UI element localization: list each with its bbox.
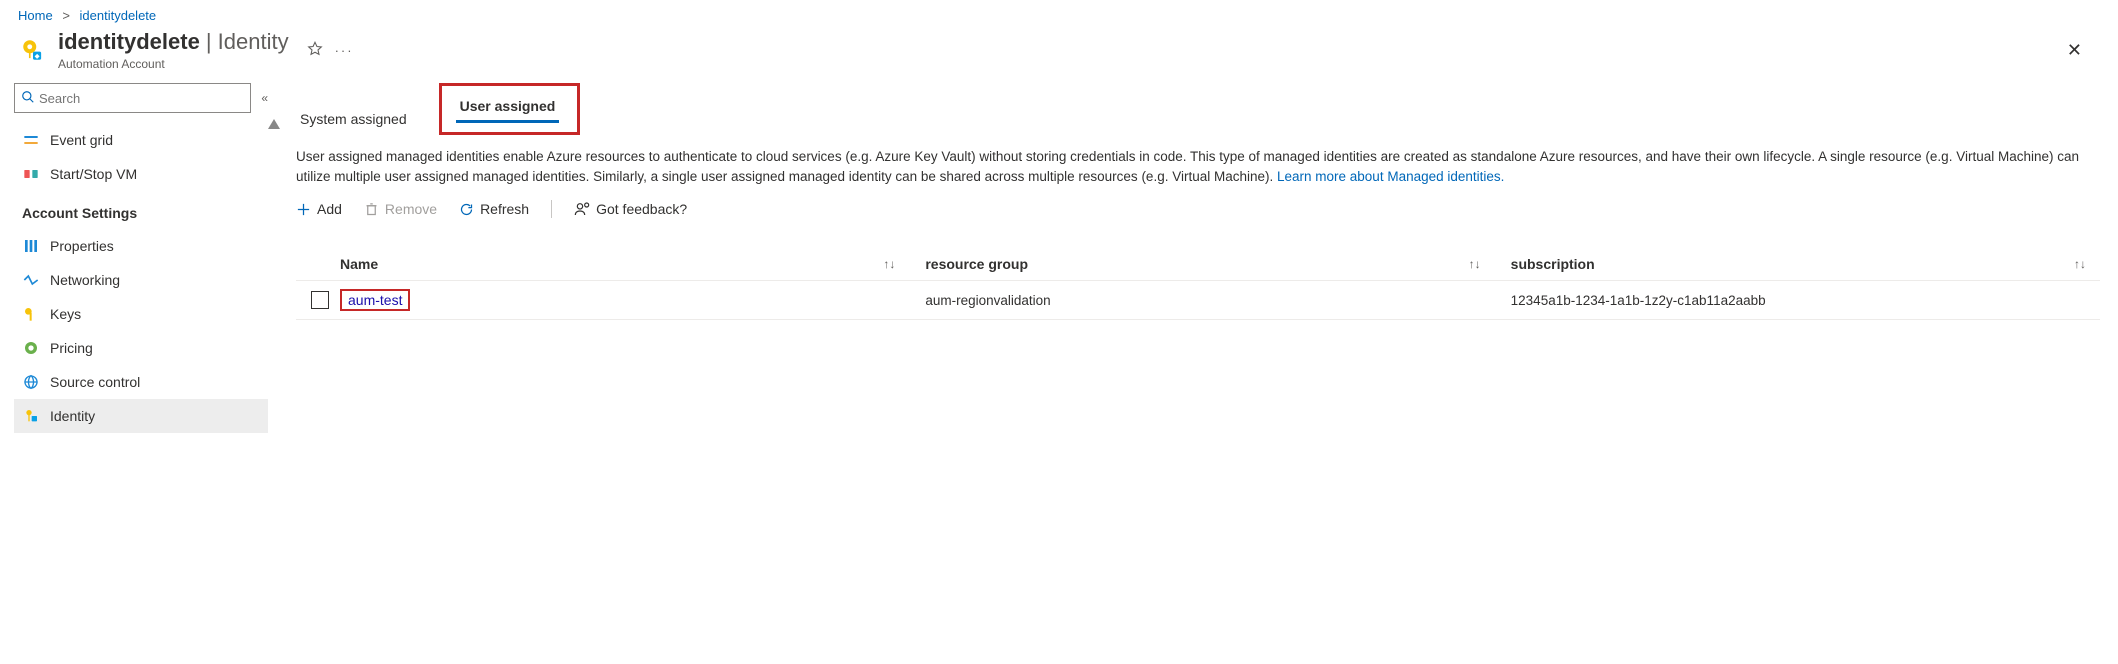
sort-icon[interactable]: ↑↓ [883, 257, 895, 271]
more-actions-button[interactable]: ··· [335, 43, 354, 58]
sidebar-search-input[interactable] [39, 91, 244, 106]
pin-favorite-button[interactable] [307, 41, 323, 60]
toolbar-add-button[interactable]: Add [296, 201, 342, 217]
tab-system-assigned[interactable]: System assigned [296, 105, 411, 135]
feedback-icon [574, 201, 590, 217]
learn-more-link[interactable]: Learn more about Managed identities. [1277, 169, 1504, 184]
plus-icon [296, 202, 311, 217]
sidebar-item-event-grid[interactable]: Event grid [14, 123, 268, 157]
page-title: identitydelete [58, 29, 200, 55]
toolbar-feedback-button[interactable]: Got feedback? [574, 201, 687, 217]
pricing-icon [22, 340, 40, 356]
toolbar-remove-button[interactable]: Remove [364, 201, 437, 217]
description-text: User assigned managed identities enable … [296, 147, 2100, 186]
sidebar-item-label: Properties [50, 238, 114, 254]
source-control-icon [22, 374, 40, 390]
toolbar-refresh-button[interactable]: Refresh [459, 201, 529, 217]
sidebar-search[interactable] [14, 83, 251, 113]
row-checkbox[interactable] [311, 291, 329, 309]
search-icon [21, 90, 35, 107]
sidebar-item-label: Start/Stop VM [50, 166, 137, 182]
scroll-up-indicator-icon [268, 119, 280, 129]
table-row[interactable]: aum-test aum-regionvalidation 12345a1b-1… [296, 281, 2100, 320]
sidebar-item-label: Networking [50, 272, 120, 288]
breadcrumb: Home > identitydelete [0, 0, 2118, 29]
sidebar-item-keys[interactable]: Keys [14, 297, 268, 331]
subscription-value: 12345a1b-1234-1a1b-1z2y-c1ab11a2aabb [1511, 293, 1766, 308]
breadcrumb-separator-icon: > [62, 8, 70, 23]
toolbar-divider [551, 200, 552, 218]
sidebar-section-account-settings: Account Settings [14, 191, 268, 229]
collapse-sidebar-button[interactable]: « [261, 91, 268, 105]
keys-icon [22, 306, 40, 322]
table-header-resource-group[interactable]: resource group [925, 256, 1028, 272]
resource-type-icon: ◆ [18, 35, 48, 65]
table-header-name[interactable]: Name [340, 256, 378, 272]
page-subtitle-inline: | Identity [206, 29, 289, 55]
identity-icon [22, 408, 40, 424]
highlight-box: User assigned [439, 83, 581, 135]
close-blade-button[interactable]: ✕ [2067, 40, 2082, 61]
sidebar-item-identity[interactable]: Identity [14, 399, 268, 433]
sidebar-item-networking[interactable]: Networking [14, 263, 268, 297]
networking-icon [22, 272, 40, 288]
resource-type-label: Automation Account [58, 57, 289, 71]
sidebar-item-properties[interactable]: Properties [14, 229, 268, 263]
tab-user-assigned[interactable]: User assigned [456, 92, 560, 122]
refresh-icon [459, 202, 474, 217]
sidebar-item-start-stop-vm[interactable]: Start/Stop VM [14, 157, 268, 191]
sidebar-item-label: Keys [50, 306, 81, 322]
resource-group-value: aum-regionvalidation [925, 293, 1050, 308]
sidebar-item-label: Pricing [50, 340, 93, 356]
sidebar-item-label: Identity [50, 408, 95, 424]
sidebar-item-source-control[interactable]: Source control [14, 365, 268, 399]
sidebar-item-pricing[interactable]: Pricing [14, 331, 268, 365]
properties-icon [22, 238, 40, 254]
sidebar-item-label: Source control [50, 374, 140, 390]
event-grid-icon [22, 132, 40, 148]
sort-icon[interactable]: ↑↓ [2074, 257, 2086, 271]
identity-name-link[interactable]: aum-test [340, 289, 410, 311]
breadcrumb-home[interactable]: Home [18, 8, 53, 23]
trash-icon [364, 202, 379, 217]
breadcrumb-current[interactable]: identitydelete [80, 8, 157, 23]
start-stop-vm-icon [22, 166, 40, 182]
sort-icon[interactable]: ↑↓ [1469, 257, 1481, 271]
sidebar-item-label: Event grid [50, 132, 113, 148]
table-header-subscription[interactable]: subscription [1511, 256, 1595, 272]
